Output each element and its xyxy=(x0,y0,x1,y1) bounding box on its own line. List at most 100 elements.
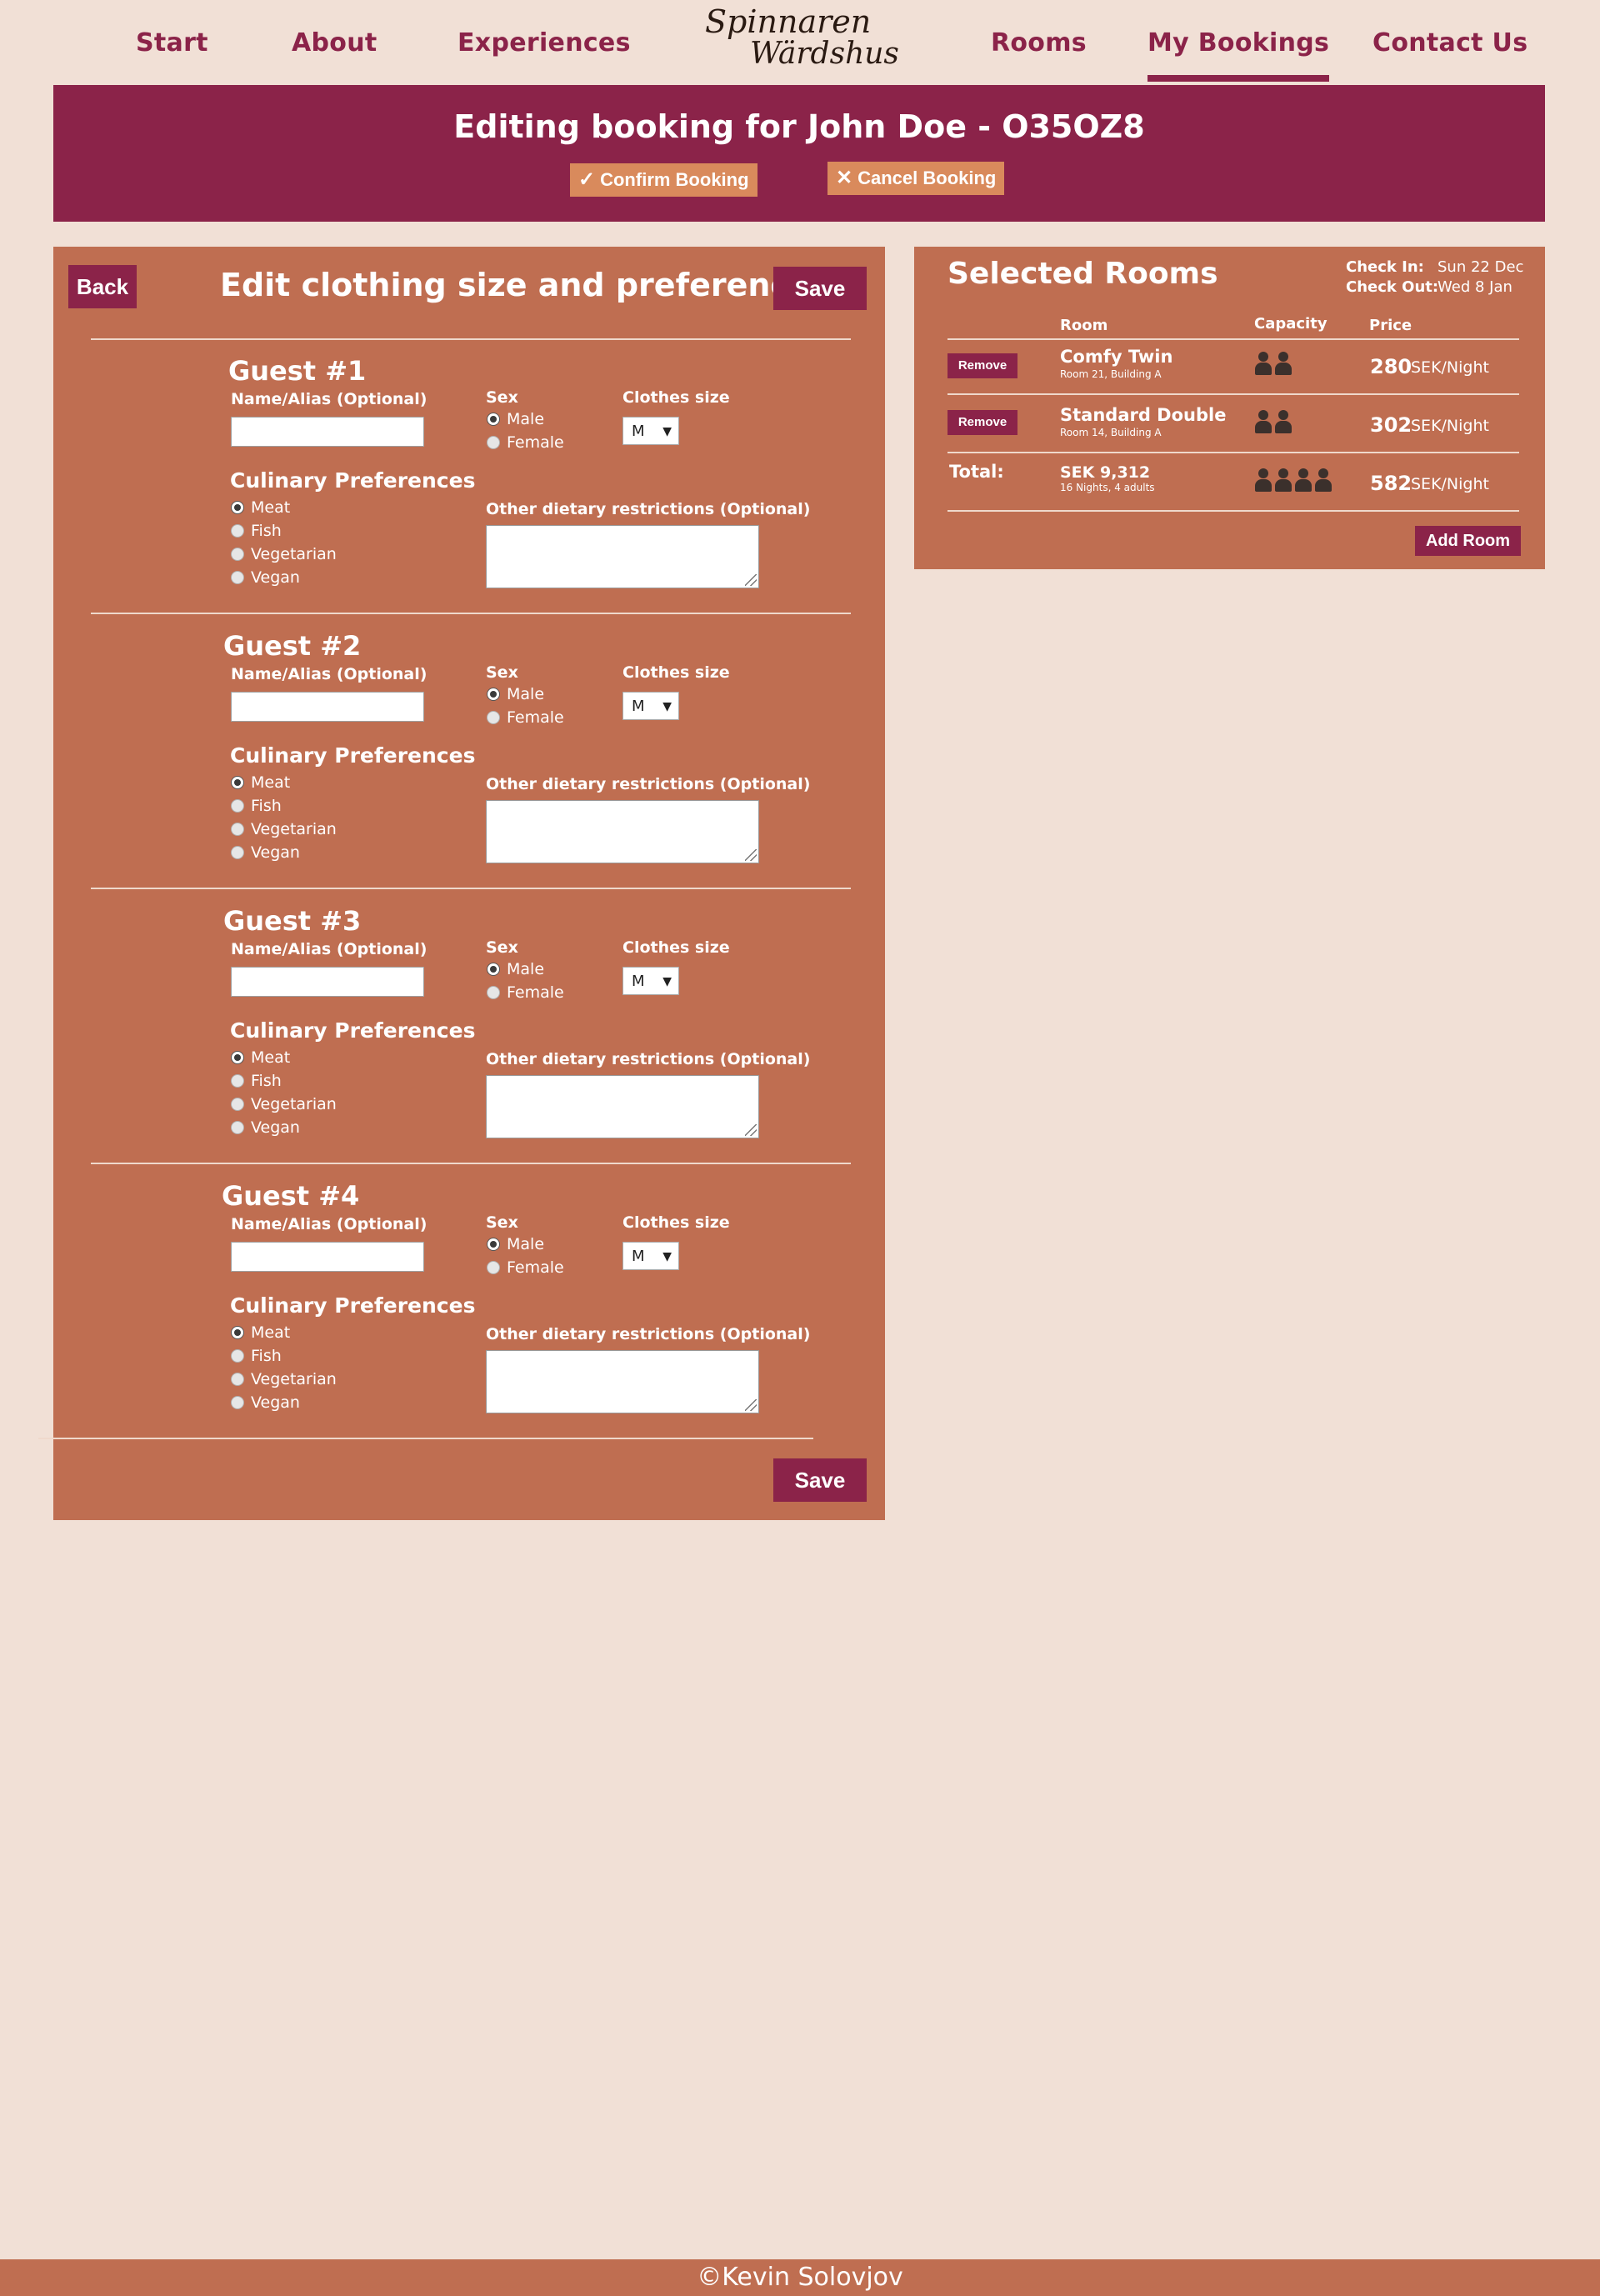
radio-icon[interactable] xyxy=(487,1238,500,1251)
footer: ©Kevin Solovjov xyxy=(0,2259,1600,2296)
nav-my-bookings[interactable]: My Bookings xyxy=(1148,28,1330,82)
room-name: Comfy Twin xyxy=(1060,347,1173,367)
culinary-option-vegan[interactable]: Vegan xyxy=(231,1393,300,1413)
add-room-button[interactable]: Add Room xyxy=(1415,526,1521,556)
dietary-textarea[interactable] xyxy=(486,525,759,588)
guest-name-input[interactable] xyxy=(231,417,424,447)
person-icon xyxy=(1274,352,1292,375)
culinary-option-vegan[interactable]: Vegan xyxy=(231,1118,300,1138)
nav-start[interactable]: Start xyxy=(136,28,208,58)
radio-icon[interactable] xyxy=(487,963,500,976)
guest-title: Guest #3 xyxy=(223,905,362,937)
guest-section: Guest #2 Name/Alias (Optional) Sex Male Fema… xyxy=(53,630,885,903)
radio-icon[interactable] xyxy=(231,1074,244,1088)
back-button[interactable]: Back xyxy=(68,265,137,308)
culinary-option-fish[interactable]: Fish xyxy=(231,1072,282,1092)
sex-option-female[interactable]: Female xyxy=(487,983,564,1003)
radio-icon[interactable] xyxy=(487,986,500,999)
culinary-option-fish[interactable]: Fish xyxy=(231,1347,282,1367)
radio-icon[interactable] xyxy=(231,823,244,836)
logo-line-2: Wärdshus xyxy=(750,37,899,71)
culinary-option-meat[interactable]: Meat xyxy=(231,773,290,793)
culinary-option-label: Vegetarian xyxy=(251,820,337,838)
guest-name-input[interactable] xyxy=(231,692,424,722)
radio-icon[interactable] xyxy=(231,1349,244,1363)
remove-room-button[interactable]: Remove xyxy=(948,410,1018,435)
resize-handle-icon[interactable] xyxy=(745,574,757,586)
site-logo[interactable]: Spinnaren Wärdshus xyxy=(700,3,900,75)
radio-icon[interactable] xyxy=(231,571,244,584)
radio-icon[interactable] xyxy=(231,1373,244,1386)
resize-handle-icon[interactable] xyxy=(745,1124,757,1136)
culinary-option-meat[interactable]: Meat xyxy=(231,1323,290,1343)
clothes-size-select[interactable]: M ▼ xyxy=(622,692,679,720)
culinary-option-label: Meat xyxy=(251,1048,291,1067)
radio-icon[interactable] xyxy=(487,711,500,724)
resize-handle-icon[interactable] xyxy=(745,1399,757,1411)
resize-handle-icon[interactable] xyxy=(745,849,757,861)
culinary-option-fish[interactable]: Fish xyxy=(231,522,282,542)
room-location: Room 21, Building A xyxy=(1060,368,1162,380)
culinary-option-label: Meat xyxy=(251,498,291,517)
guest-section: Guest #3 Name/Alias (Optional) Sex Male Fema… xyxy=(53,905,885,1178)
save-button-bottom[interactable]: Save xyxy=(773,1458,867,1502)
confirm-booking-button[interactable]: ✓ Confirm Booking xyxy=(570,163,758,197)
clothes-size-select[interactable]: M ▼ xyxy=(622,1242,679,1270)
radio-icon[interactable] xyxy=(487,688,500,701)
radio-icon[interactable] xyxy=(487,413,500,426)
radio-icon[interactable] xyxy=(231,501,244,514)
clothes-size-select[interactable]: M ▼ xyxy=(622,967,679,995)
cancel-booking-label: Cancel Booking xyxy=(858,168,997,188)
radio-icon[interactable] xyxy=(231,1326,244,1339)
confirm-booking-label: Confirm Booking xyxy=(600,169,749,190)
radio-icon[interactable] xyxy=(231,524,244,538)
divider xyxy=(948,393,1519,395)
culinary-option-vegetarian[interactable]: Vegetarian xyxy=(231,545,337,565)
dietary-textarea[interactable] xyxy=(486,1350,759,1413)
culinary-option-meat[interactable]: Meat xyxy=(231,1048,290,1068)
dietary-textarea[interactable] xyxy=(486,1075,759,1138)
save-button-top[interactable]: Save xyxy=(773,267,867,310)
culinary-option-vegetarian[interactable]: Vegetarian xyxy=(231,1370,337,1390)
divider xyxy=(948,338,1519,340)
sex-option-female[interactable]: Female xyxy=(487,708,564,728)
nav-rooms[interactable]: Rooms xyxy=(991,28,1087,58)
guest-name-input[interactable] xyxy=(231,967,424,997)
culinary-option-fish[interactable]: Fish xyxy=(231,797,282,817)
radio-icon[interactable] xyxy=(231,846,244,859)
radio-icon[interactable] xyxy=(231,1051,244,1064)
radio-icon[interactable] xyxy=(231,799,244,813)
radio-icon[interactable] xyxy=(231,548,244,561)
room-location: Room 14, Building A xyxy=(1060,427,1162,438)
radio-icon[interactable] xyxy=(231,776,244,789)
culinary-option-meat[interactable]: Meat xyxy=(231,498,290,518)
culinary-option-vegetarian[interactable]: Vegetarian xyxy=(231,1095,337,1115)
guest-name-input[interactable] xyxy=(231,1242,424,1272)
sex-option-male[interactable]: Male xyxy=(487,960,544,980)
sex-option-female[interactable]: Female xyxy=(487,1258,564,1278)
culinary-option-vegan[interactable]: Vegan xyxy=(231,568,300,588)
sex-option-female[interactable]: Female xyxy=(487,433,564,453)
dietary-value xyxy=(487,1076,758,1083)
clothes-size-select[interactable]: M ▼ xyxy=(622,417,679,445)
radio-icon[interactable] xyxy=(231,1121,244,1134)
radio-icon[interactable] xyxy=(231,1098,244,1111)
sex-option-male[interactable]: Male xyxy=(487,410,544,430)
nav-contact-us[interactable]: Contact Us xyxy=(1372,28,1528,58)
nav-about[interactable]: About xyxy=(292,28,378,58)
editor-title: Edit clothing size and preferences xyxy=(220,267,830,303)
sex-option-male[interactable]: Male xyxy=(487,1235,544,1255)
nav-experiences[interactable]: Experiences xyxy=(458,28,631,58)
radio-icon[interactable] xyxy=(487,1261,500,1274)
column-price: Price xyxy=(1369,317,1412,334)
sex-option-male[interactable]: Male xyxy=(487,685,544,705)
culinary-option-vegetarian[interactable]: Vegetarian xyxy=(231,820,337,840)
cancel-booking-button[interactable]: ✕ Cancel Booking xyxy=(828,162,1005,195)
dietary-textarea[interactable] xyxy=(486,800,759,863)
culinary-option-vegan[interactable]: Vegan xyxy=(231,843,300,863)
dietary-label: Other dietary restrictions (Optional) xyxy=(486,500,811,518)
culinary-option-label: Fish xyxy=(251,522,282,540)
radio-icon[interactable] xyxy=(231,1396,244,1409)
radio-icon[interactable] xyxy=(487,436,500,449)
remove-room-button[interactable]: Remove xyxy=(948,353,1018,378)
